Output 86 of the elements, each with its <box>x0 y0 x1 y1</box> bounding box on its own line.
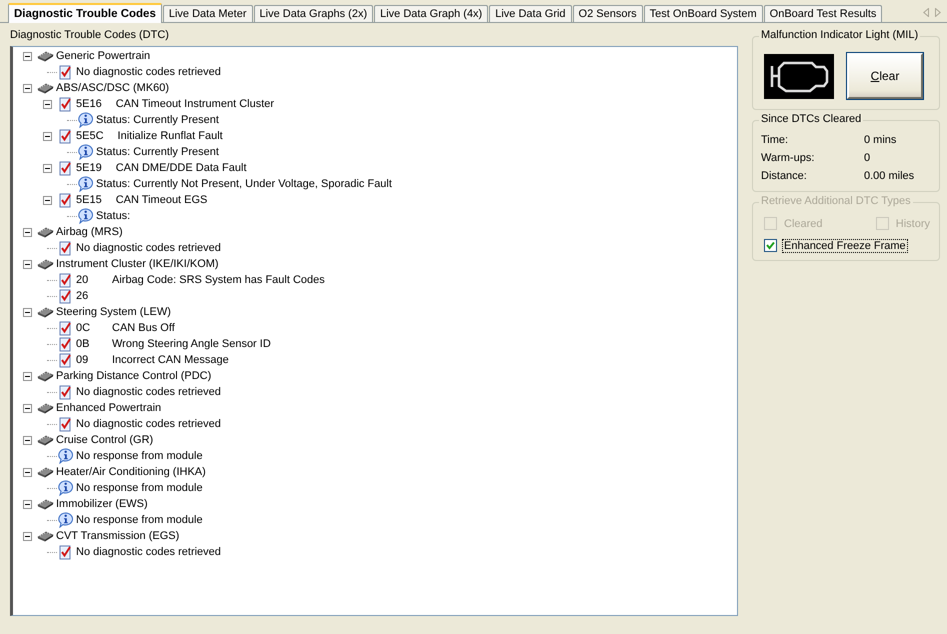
fault-description: Initialize Runflat Fault <box>118 130 223 142</box>
module-name: ABS/ASC/DSC (MK60) <box>56 82 170 94</box>
module-name: Heater/Air Conditioning (IHKA) <box>56 466 206 478</box>
fault-code: 5E15 <box>76 194 102 206</box>
fault-code: 5E16 <box>76 98 102 110</box>
collapse-icon[interactable] <box>22 436 32 444</box>
stat-label: Warm-ups: <box>761 152 816 164</box>
fault-description: No diagnostic codes retrieved <box>76 418 221 430</box>
collapse-icon[interactable] <box>42 132 52 140</box>
fault-code: 5E5C <box>76 130 104 142</box>
checkbox-label: History <box>894 218 931 230</box>
fault-code: 09 <box>76 354 90 366</box>
collapse-icon[interactable] <box>22 308 32 316</box>
collapse-icon[interactable] <box>22 404 32 412</box>
fault-description: Wrong Steering Angle Sensor ID <box>112 338 271 350</box>
collapse-icon[interactable] <box>22 532 32 540</box>
stat-value: 0.00 miles <box>864 170 914 182</box>
module-name: Cruise Control (GR) <box>56 434 154 446</box>
fault-description: No diagnostic codes retrieved <box>76 546 221 558</box>
fault-description: Airbag Code: SRS System has Fault Codes <box>112 274 325 286</box>
module-name: CVT Transmission (EGS) <box>56 530 180 542</box>
clear-button[interactable]: Clear <box>847 53 923 99</box>
collapse-icon[interactable] <box>22 228 32 236</box>
collapse-icon[interactable] <box>22 84 32 92</box>
group-title: Retrieve Additional DTC Types <box>759 195 913 207</box>
engine-icon <box>764 54 834 98</box>
tab[interactable]: OnBoard Test Results <box>764 5 882 22</box>
status-message: No response from module <box>76 514 203 526</box>
fault-description: CAN Bus Off <box>112 322 175 334</box>
tab[interactable]: Live Data Graphs (2x) <box>254 5 374 22</box>
collapse-icon[interactable] <box>22 372 32 380</box>
collapse-icon[interactable] <box>22 260 32 268</box>
fault-description: No diagnostic codes retrieved <box>76 66 221 78</box>
collapse-icon[interactable] <box>42 196 52 204</box>
tab[interactable]: Live Data Meter <box>162 5 253 22</box>
status-message: Status: Currently Present <box>96 146 219 158</box>
fault-description: CAN Timeout EGS <box>116 194 208 206</box>
status-message: No response from module <box>76 450 203 462</box>
tab[interactable]: Diagnostic Trouble Codes <box>8 3 162 23</box>
stat-value: 0 mins <box>864 134 896 146</box>
stat-value: 0 <box>864 152 870 164</box>
fault-description: Incorrect CAN Message <box>112 354 229 366</box>
module-name: Parking Distance Control (PDC) <box>56 370 212 382</box>
checkbox-label: Cleared <box>783 218 824 230</box>
module-name: Steering System (LEW) <box>56 306 171 318</box>
fault-code: 20 <box>76 274 90 286</box>
stat-label: Time: <box>761 134 790 146</box>
module-name: Enhanced Powertrain <box>56 402 162 414</box>
info-icon <box>57 512 74 528</box>
tab[interactable]: Live Data Graph (4x) <box>374 5 488 22</box>
info-icon <box>77 208 94 224</box>
fault-code: 0B <box>76 338 90 350</box>
group-title: Since DTCs Cleared <box>759 113 864 125</box>
panel-title: Diagnostic Trouble Codes (DTC) <box>10 29 170 43</box>
status-message: Status: <box>96 210 130 222</box>
info-icon <box>77 112 94 128</box>
collapse-icon[interactable] <box>22 468 32 476</box>
collapse-icon[interactable] <box>42 164 52 172</box>
fault-description: CAN Timeout Instrument Cluster <box>116 98 274 110</box>
checkbox-label: Enhanced Freeze Frame <box>783 240 907 252</box>
fault-code: 26 <box>76 290 90 302</box>
tab[interactable]: Live Data Grid <box>489 5 572 22</box>
tab[interactable]: Test OnBoard System <box>644 5 763 22</box>
fault-code: 5E19 <box>76 162 102 174</box>
info-icon <box>57 448 74 464</box>
collapse-icon[interactable] <box>22 500 32 508</box>
dtc-tree[interactable] <box>10 46 738 616</box>
module-name: Immobilizer (EWS) <box>56 498 148 510</box>
info-icon <box>77 176 94 192</box>
module-name: Airbag (MRS) <box>56 226 123 238</box>
module-name: Generic Powertrain <box>56 50 150 62</box>
tab[interactable]: O2 Sensors <box>572 5 643 22</box>
status-message: Status: Currently Not Present, Under Voltage, Sporadic Fault <box>96 178 392 190</box>
fault-description: No diagnostic codes retrieved <box>76 242 221 254</box>
status-message: Status: Currently Present <box>96 114 219 126</box>
status-message: No response from module <box>76 482 203 494</box>
fault-description: CAN DME/DDE Data Fault <box>116 162 247 174</box>
fault-description: No diagnostic codes retrieved <box>76 386 221 398</box>
info-icon <box>77 144 94 160</box>
collapse-icon[interactable] <box>22 52 32 60</box>
module-name: Instrument Cluster (IKE/IKI/KOM) <box>56 258 219 270</box>
stat-label: Distance: <box>761 170 808 182</box>
group-title: Malfunction Indicator Light (MIL) <box>759 29 920 41</box>
collapse-icon[interactable] <box>42 100 52 108</box>
info-icon <box>57 480 74 496</box>
fault-code: 0C <box>76 322 92 334</box>
